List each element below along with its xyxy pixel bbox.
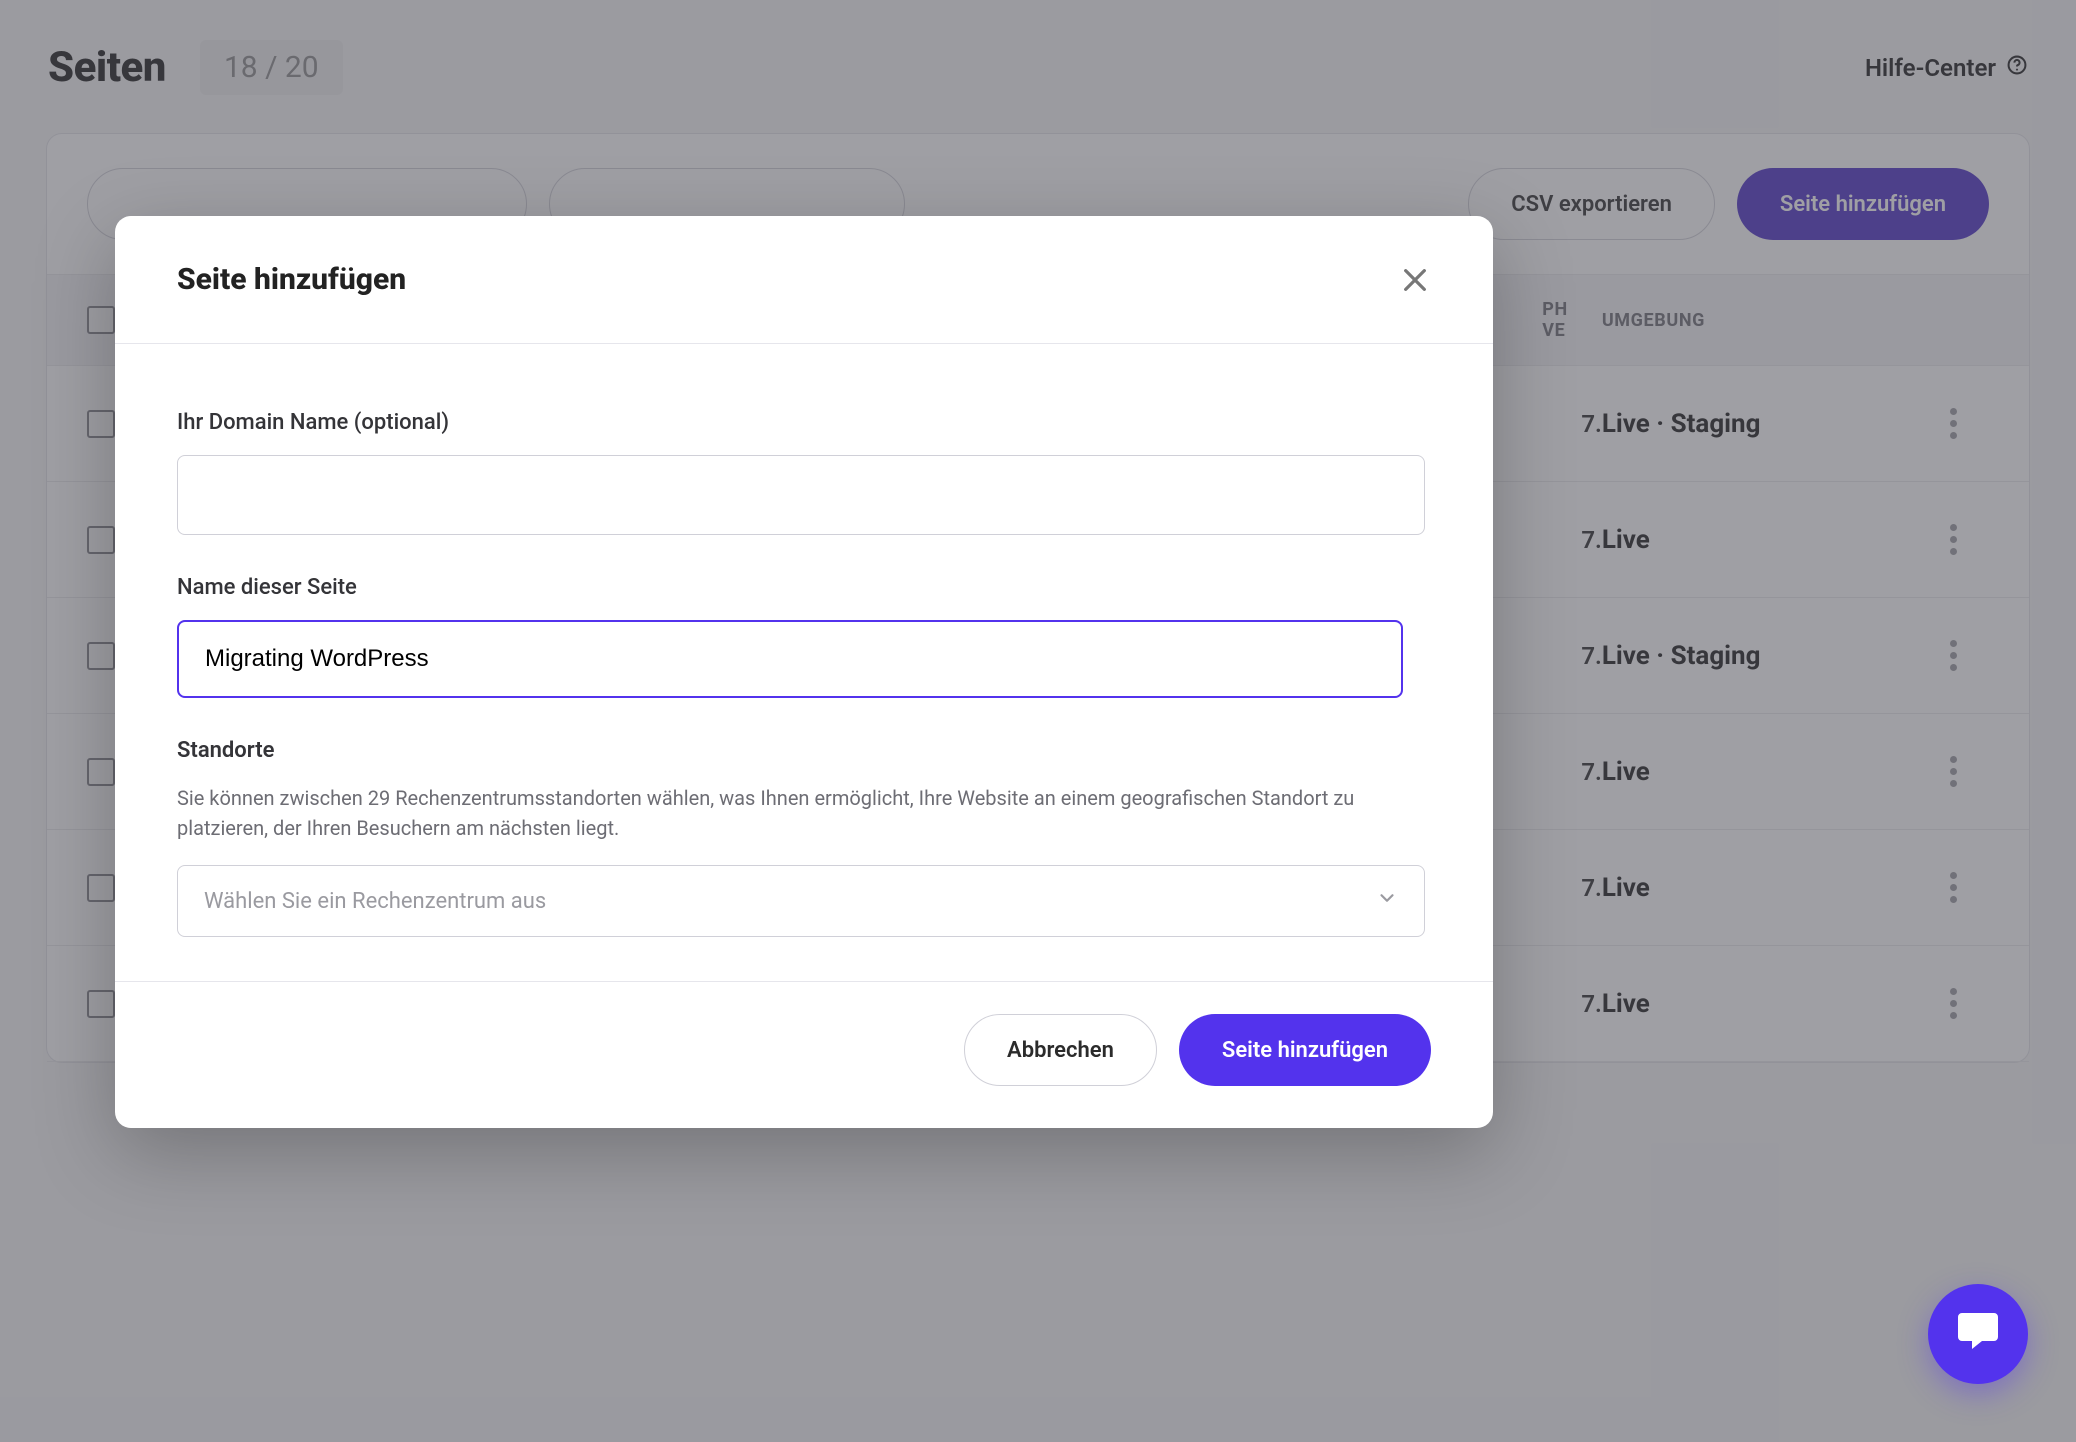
close-icon[interactable]	[1399, 264, 1431, 296]
sitename-input[interactable]	[177, 620, 1403, 698]
modal-title: Seite hinzufügen	[177, 262, 406, 297]
field-site-name: Name dieser Seite	[177, 575, 1431, 698]
modal-overlay: Seite hinzufügen Ihr Domain Name (option…	[0, 0, 2076, 1442]
chat-fab[interactable]	[1928, 1284, 2028, 1384]
locations-help-text: Sie können zwischen 29 Rechenzentrumssta…	[177, 783, 1431, 843]
datacenter-placeholder: Wählen Sie ein Rechenzentrum aus	[204, 889, 546, 914]
datacenter-select[interactable]: Wählen Sie ein Rechenzentrum aus	[177, 865, 1425, 937]
submit-add-site-button[interactable]: Seite hinzufügen	[1179, 1014, 1431, 1086]
chevron-down-icon	[1376, 887, 1398, 915]
field-domain: Ihr Domain Name (optional)	[177, 410, 1431, 535]
add-site-modal: Seite hinzufügen Ihr Domain Name (option…	[115, 216, 1493, 1128]
chat-icon	[1954, 1307, 2002, 1361]
domain-input[interactable]	[177, 455, 1425, 535]
field-locations: Standorte Sie können zwischen 29 Rechenz…	[177, 738, 1431, 937]
domain-label: Ihr Domain Name (optional)	[177, 410, 1431, 435]
cancel-button[interactable]: Abbrechen	[964, 1014, 1157, 1086]
locations-label: Standorte	[177, 738, 1431, 763]
sitename-label: Name dieser Seite	[177, 575, 1431, 600]
